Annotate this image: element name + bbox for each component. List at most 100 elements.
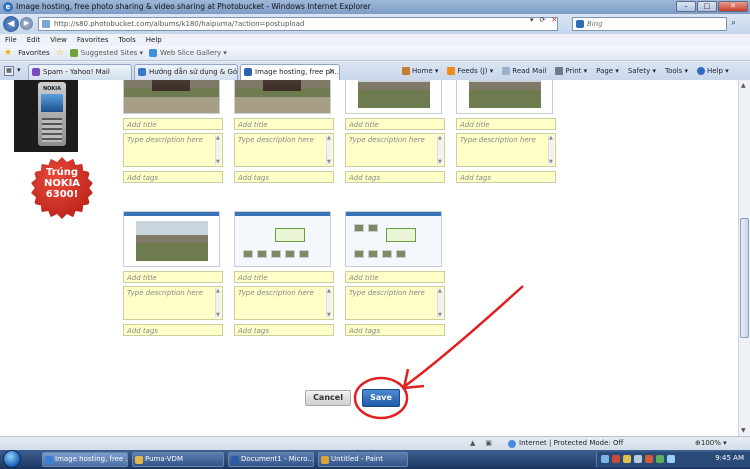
clock[interactable]: 9:45 AM: [715, 454, 744, 462]
tray-flag-icon[interactable]: [645, 455, 653, 463]
help-menu[interactable]: Help ▾: [696, 65, 729, 77]
photo-thumbnail[interactable]: [123, 80, 220, 114]
textarea-scrollbar[interactable]: [326, 135, 332, 165]
security-zone[interactable]: Internet | Protected Mode: Off: [508, 437, 623, 450]
minimize-button[interactable]: –: [676, 1, 696, 12]
tray-messenger-icon[interactable]: [656, 455, 664, 463]
menu-tools[interactable]: Tools: [119, 34, 136, 46]
tags-input[interactable]: Add tags: [234, 171, 334, 183]
cancel-button[interactable]: Cancel: [305, 390, 351, 406]
warning-icon[interactable]: ▲: [470, 437, 475, 450]
page-menu[interactable]: Page ▾: [596, 65, 619, 77]
textarea-scrollbar[interactable]: [437, 135, 443, 165]
tray-volume-icon[interactable]: [634, 455, 642, 463]
tools-menu[interactable]: Tools ▾: [665, 65, 688, 77]
compatibility-icon[interactable]: ▣: [485, 437, 492, 450]
favorites-button[interactable]: Favorites: [18, 49, 50, 57]
tags-input[interactable]: Add tags: [123, 171, 223, 183]
url-field[interactable]: http://s80.photobucket.com/albums/k180/h…: [38, 17, 558, 31]
scroll-up-icon[interactable]: ▲: [741, 82, 746, 89]
description-textarea[interactable]: Type description here: [345, 286, 445, 320]
tags-input[interactable]: Add tags: [456, 171, 556, 183]
tags-input[interactable]: Add tags: [123, 324, 223, 336]
textarea-scrollbar[interactable]: [215, 288, 221, 318]
tags-input[interactable]: Add tags: [234, 324, 334, 336]
title-input[interactable]: Add title: [123, 118, 223, 130]
menu-view[interactable]: View: [50, 34, 67, 46]
read-mail-button[interactable]: Read Mail: [502, 65, 546, 77]
description-textarea[interactable]: Type description here: [123, 286, 223, 320]
description-textarea[interactable]: Type description here: [345, 133, 445, 167]
tags-input[interactable]: Add tags: [345, 171, 445, 183]
menu-help[interactable]: Help: [146, 34, 162, 46]
zoom-control[interactable]: ⊕100% ▾: [695, 437, 727, 450]
home-button[interactable]: Home ▾: [402, 65, 438, 77]
help-label: Help ▾: [706, 67, 729, 75]
title-input[interactable]: Add title: [345, 118, 445, 130]
photo-thumbnail[interactable]: [123, 211, 220, 267]
tray-update-icon[interactable]: [623, 455, 631, 463]
textarea-scrollbar[interactable]: [437, 288, 443, 318]
back-button[interactable]: ◀: [3, 16, 19, 32]
ad-promo-badge[interactable]: Trúng NOKIA 6300!: [31, 157, 93, 219]
title-input[interactable]: Add title: [234, 118, 334, 130]
thumb-cell: [354, 224, 364, 232]
photo-thumbnail[interactable]: [345, 80, 442, 114]
scroll-thumb[interactable]: [740, 218, 749, 338]
tab-photobucket[interactable]: Image hosting, free ph... ✕: [240, 64, 340, 80]
search-input[interactable]: [587, 19, 707, 29]
taskbar-item-ie[interactable]: Image hosting, free ...: [42, 452, 128, 467]
description-textarea[interactable]: Type description here: [234, 133, 334, 167]
description-textarea[interactable]: Type description here: [234, 286, 334, 320]
web-slice-gallery-link[interactable]: Web Slice Gallery ▾: [149, 49, 227, 57]
photo-thumbnail[interactable]: [345, 211, 442, 267]
photo-thumbnail[interactable]: [456, 80, 553, 114]
refresh-icon[interactable]: ⟳: [540, 16, 546, 24]
search-icon[interactable]: ⌕: [731, 18, 736, 28]
scroll-down-icon[interactable]: ▼: [741, 427, 746, 434]
ad-phone-image[interactable]: NOKIA: [14, 80, 78, 152]
forward-button[interactable]: ▶: [20, 17, 33, 30]
photo-thumbnail[interactable]: [234, 211, 331, 267]
title-input[interactable]: Add title: [456, 118, 556, 130]
taskbar-item-puma[interactable]: Puma-VDM: [132, 452, 224, 467]
tab-list-dropdown-icon[interactable]: ▾: [17, 66, 21, 74]
suggested-sites-link[interactable]: Suggested Sites ▾: [69, 49, 143, 57]
safety-menu[interactable]: Safety ▾: [628, 65, 656, 77]
title-input[interactable]: Add title: [123, 271, 223, 283]
textarea-scrollbar[interactable]: [326, 288, 332, 318]
title-input[interactable]: Add title: [234, 271, 334, 283]
save-button[interactable]: Save: [362, 389, 400, 407]
tab-close-icon[interactable]: ✕: [328, 65, 335, 79]
tags-input[interactable]: Add tags: [345, 324, 445, 336]
print-button[interactable]: Print ▾: [555, 65, 587, 77]
menu-favorites[interactable]: Favorites: [77, 34, 109, 46]
close-button[interactable]: ✕: [718, 1, 748, 12]
textarea-scrollbar[interactable]: [215, 135, 221, 165]
tray-icons: [601, 455, 675, 463]
tray-power-icon[interactable]: [667, 455, 675, 463]
address-dropdown-icon[interactable]: ▾: [530, 16, 534, 24]
photo-thumbnail[interactable]: [234, 80, 331, 114]
maximize-button[interactable]: □: [697, 1, 717, 12]
tray-network-icon[interactable]: [601, 455, 609, 463]
title-input[interactable]: Add title: [345, 271, 445, 283]
taskbar-item-word[interactable]: Document1 - Micro...: [228, 452, 314, 467]
tab-huong-dan[interactable]: Hướng dẫn sử dụng & Gó...: [134, 64, 238, 80]
menu-file[interactable]: File: [5, 34, 17, 46]
taskbar-item-paint[interactable]: Untitled - Paint: [318, 452, 408, 467]
menu-edit[interactable]: Edit: [27, 34, 41, 46]
description-textarea[interactable]: Type description here: [456, 133, 556, 167]
favorites-bar: ★ Favorites ☆ Suggested Sites ▾ Web Slic…: [0, 46, 750, 61]
description-textarea[interactable]: Type description here: [123, 133, 223, 167]
search-box[interactable]: [572, 17, 727, 31]
tab-yahoo-mail[interactable]: Spam - Yahoo! Mail: [28, 64, 132, 80]
feeds-button[interactable]: Feeds (J) ▾: [447, 65, 493, 77]
stop-icon[interactable]: ✕: [551, 16, 557, 24]
quick-tabs-icon[interactable]: ▦: [4, 66, 14, 76]
textarea-scrollbar[interactable]: [548, 135, 554, 165]
start-button[interactable]: [3, 450, 21, 468]
tray-antivirus-icon[interactable]: [612, 455, 620, 463]
page-scrollbar[interactable]: ▲ ▼: [738, 80, 750, 436]
add-favorite-icon[interactable]: ☆: [56, 48, 64, 58]
